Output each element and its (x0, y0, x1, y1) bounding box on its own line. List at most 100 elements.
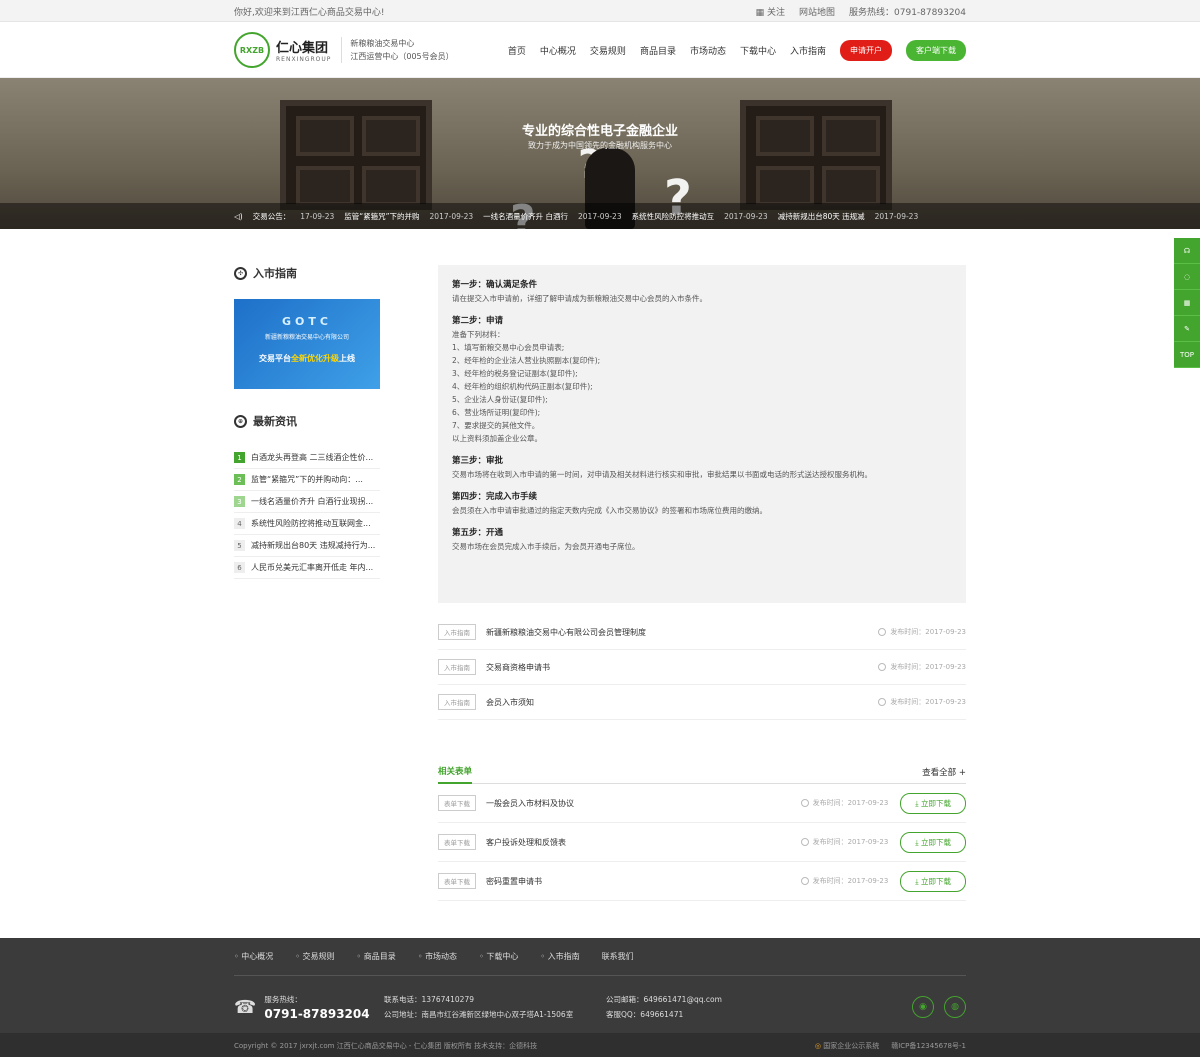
guide-panel: 第一步：确认满足条件 请在提交入市申请前，详细了解申请成为新粮粮油交易中心会员的… (438, 265, 966, 603)
headset-icon[interactable]: ☊ (1174, 238, 1200, 264)
download-icon: ⤓ (915, 837, 919, 847)
article-row[interactable]: 入市指南 会员入市须知 发布时间：2017-09-23 (438, 685, 966, 720)
download-icon: ⤓ (915, 798, 919, 808)
form-title[interactable]: 一般会员入市材料及协议 (486, 798, 574, 809)
promo-headline: 交易平台全新优化升级上线 (259, 354, 355, 363)
guide-icon: ✣ (234, 266, 247, 280)
step2-line: 6、营业场所证明(复印件); (452, 408, 541, 417)
follow-link[interactable]: ▦ 关注 (756, 5, 785, 18)
article-title[interactable]: 交易商资格申请书 (486, 662, 550, 673)
qrcode-icon[interactable]: ▦ (1174, 290, 1200, 316)
footer-link[interactable]: ◦ 商品目录 (357, 951, 396, 962)
step2-line: 5、企业法人身份证(复印件); (452, 395, 548, 404)
article-row[interactable]: 入市指南 交易商资格申请书 发布时间：2017-09-23 (438, 650, 966, 685)
hero-banner: ? ? ? 专业的综合性电子金融企业 致力于成为中国领先的金融机构服务中心 ◁)… (0, 78, 1200, 229)
footer-link[interactable]: ◦ 交易规则 (295, 951, 334, 962)
copyright-bar: Copyright © 2017 jxrxjt.com 江西仁心商品交易中心 -… (0, 1033, 1200, 1057)
article-date: 发布时间：2017-09-23 (878, 662, 966, 672)
footer-link[interactable]: ◦ 市场动态 (418, 951, 457, 962)
back-to-top-button[interactable]: TOP (1174, 342, 1200, 368)
article-title[interactable]: 会员入市须知 (486, 697, 534, 708)
apply-account-button[interactable]: 申请开户 (840, 39, 892, 61)
footer-link[interactable]: ◦ 下载中心 (479, 951, 518, 962)
speaker-icon: ◁) (234, 211, 243, 221)
footer-link[interactable]: ◦ 中心概况 (234, 951, 273, 962)
step1-body: 请在提交入市申请前，详细了解申请成为新粮粮油交易中心会员的入市条件。 (452, 294, 707, 303)
weibo-icon[interactable]: ◉ (912, 996, 934, 1018)
banner-title: 专业的综合性电子金融企业 (521, 124, 678, 139)
view-all-link[interactable]: 查看全部 + (922, 766, 966, 778)
form-tag: 表单下载 (438, 873, 476, 889)
article-row[interactable]: 入市指南 新疆新粮粮油交易中心有限公司会员管理制度 发布时间：2017-09-2… (438, 615, 966, 650)
news-heading: ⊕ 最新资讯 (234, 413, 380, 429)
list-item[interactable]: 2 监管“紧箍咒”下的并购动向：... (234, 469, 380, 491)
list-item[interactable]: 1 白酒龙头再登高 二三线酒企性价... (234, 447, 380, 469)
chat-icon[interactable]: ◌ (1174, 264, 1200, 290)
nav-catalog[interactable]: 商品目录 (640, 44, 676, 57)
footer-link[interactable]: ◦ 入市指南 (540, 951, 579, 962)
footer: ◦ 中心概况 ◦ 交易规则 ◦ 商品目录 ◦ 市场动态 ◦ 下载中心 ◦ 入市指… (0, 938, 1200, 1033)
sidebar: ✣ 入市指南 GOTC 新疆新粮粮油交易中心有限公司 交易平台全新优化升级上线 ⊕… (234, 265, 380, 938)
list-item[interactable]: 5 减持新规出台80天 违规减持行为... (234, 535, 380, 557)
guide-heading: ✣ 入市指南 (234, 265, 380, 281)
door-right-image (740, 100, 892, 210)
list-item[interactable]: 6 人民币兑美元汇率离开低走 年内... (234, 557, 380, 579)
gov-link[interactable]: ◎ 国家企业公示系统 (815, 1041, 879, 1051)
icp-link[interactable]: 赣ICP备12345678号-1 (891, 1041, 966, 1051)
form-date: 发布时间：2017-09-23 (800, 876, 888, 886)
notice-date: 2017-09-23 (578, 211, 622, 221)
form-date: 发布时间：2017-09-23 (800, 837, 888, 847)
sitemap-link[interactable]: 网站地图 (799, 5, 835, 18)
news-list: 1 白酒龙头再登高 二三线酒企性价... 2 监管“紧箍咒”下的并购动向：... 3… (234, 447, 380, 579)
notice-item[interactable]: 一线名酒量价齐升 白酒行 (483, 211, 568, 222)
footer-link[interactable]: 联系我们 (602, 951, 634, 962)
nav-rules[interactable]: 交易规则 (590, 44, 626, 57)
clock-icon (800, 838, 809, 846)
notice-item[interactable]: 监管“紧箍咒”下的并购 (344, 211, 419, 222)
logo-mark: RXZB (234, 32, 270, 68)
download-button[interactable]: ⤓ 立即下载 (900, 870, 966, 892)
notice-label: 交易公告： (252, 211, 291, 221)
edit-icon[interactable]: ✎ (1174, 316, 1200, 342)
header: RXZB 仁心集团 RENXINGROUP 新粮粮油交易中心 江西运营中心（00… (0, 22, 1200, 78)
step5-title: 第五步：开通 (452, 528, 504, 538)
promo-logo: GOTC (282, 315, 332, 328)
list-item[interactable]: 4 系统性风险防控将推动互联网金... (234, 513, 380, 535)
step2-line: 2、经年检的企业法人营业执照副本(复印件); (452, 356, 601, 365)
step2-line: 以上资料须加盖企业公章。 (452, 434, 542, 443)
notice-item[interactable]: 减持新规出台80天 违规减 (778, 211, 865, 222)
notice-item[interactable]: 系统性风险防控将推动互 (632, 211, 715, 222)
form-title[interactable]: 密码重置申请书 (486, 876, 542, 887)
download-button[interactable]: ⤓ 立即下载 (900, 831, 966, 853)
list-item[interactable]: 3 一线名酒量价齐升 白酒行业现拐... (234, 491, 380, 513)
logo-cn: 仁心集团 (276, 41, 329, 56)
step3-body: 交易市场将在收到入市申请的第一时间，对申请及相关材料进行核实和审批，审批结果以书… (452, 470, 872, 479)
form-tag: 表单下载 (438, 834, 476, 850)
clock-icon (800, 877, 809, 885)
notice-date: 2017-09-23 (874, 211, 919, 221)
nav-market[interactable]: 市场动态 (690, 44, 726, 57)
emblem-icon: ◎ (814, 1042, 821, 1050)
banner-subtitle: 致力于成为中国领先的金融机构服务中心 (528, 141, 672, 150)
step1-title: 第一步：确认满足条件 (452, 280, 538, 290)
nav-overview[interactable]: 中心概况 (540, 44, 576, 57)
step2-line: 4、经年检的组织机构代码正副本(复印件); (452, 382, 593, 391)
floating-toolbar: ☊ ◌ ▦ ✎ TOP (1174, 238, 1200, 368)
article-tag: 入市指南 (438, 694, 476, 710)
step5-body: 交易市场在会员完成入市手续后，为会员开通电子席位。 (452, 542, 640, 551)
telephone-icon: ☎ (234, 996, 257, 1018)
nav-download[interactable]: 下载中心 (740, 44, 776, 57)
footer-social: ◉ ◍ (912, 996, 966, 1018)
client-download-button[interactable]: 客户端下载 (906, 39, 966, 61)
nav-home[interactable]: 首页 (508, 44, 526, 57)
article-title[interactable]: 新疆新粮粮油交易中心有限公司会员管理制度 (486, 627, 646, 638)
step2-line: 7、要求提交的其他文件。 (452, 421, 540, 430)
nav-guide[interactable]: 入市指南 (790, 44, 826, 57)
footer-hotline: ☎ 服务热线： 0791-87893204 (234, 995, 370, 1021)
wechat-icon[interactable]: ◍ (944, 996, 966, 1018)
promo-banner[interactable]: GOTC 新疆新粮粮油交易中心有限公司 交易平台全新优化升级上线 (234, 299, 380, 389)
form-title[interactable]: 客户投诉处理和反馈表 (486, 837, 566, 848)
clock-icon (800, 799, 809, 807)
logo[interactable]: RXZB 仁心集团 RENXINGROUP (234, 32, 331, 68)
download-button[interactable]: ⤓ 立即下载 (900, 792, 966, 814)
